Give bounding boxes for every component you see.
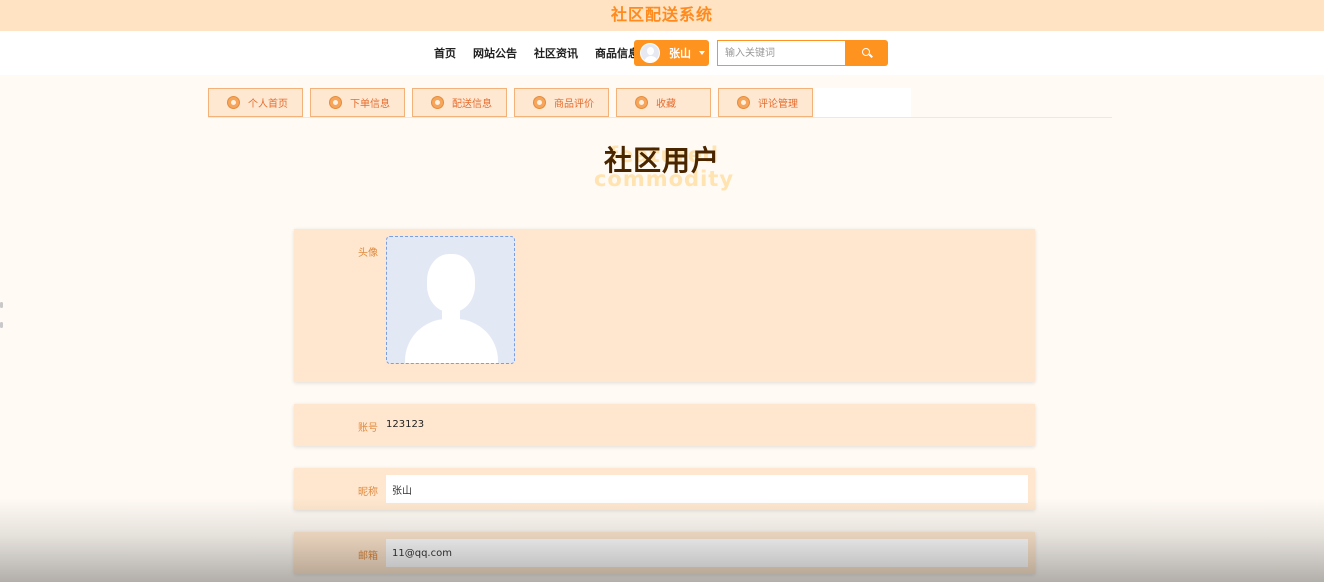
nav-links: 首页 网站公告 社区资讯 商品信息	[434, 45, 656, 61]
tab-label: 个人首页	[248, 99, 288, 110]
form-row-avatar: 头像	[294, 229, 1035, 382]
form-row-email: 邮箱	[294, 532, 1035, 574]
tab-bar-spacer	[815, 88, 911, 117]
nav-link-news[interactable]: 社区资讯	[534, 45, 578, 61]
tab-delivery[interactable]: 配送信息	[412, 88, 507, 117]
divider	[208, 117, 1112, 118]
avatar-label: 头像	[358, 248, 378, 259]
tab-label: 配送信息	[452, 99, 492, 110]
left-edge-marks	[0, 300, 3, 330]
tab-circle-icon	[431, 96, 444, 109]
default-avatar-icon	[405, 319, 498, 363]
search-input[interactable]	[717, 40, 845, 66]
nav-link-announcements[interactable]: 网站公告	[473, 45, 517, 61]
tab-personal-home[interactable]: 个人首页	[208, 88, 303, 117]
tab-reviews[interactable]: 商品评价	[514, 88, 609, 117]
tab-circle-icon	[533, 96, 546, 109]
nickname-field[interactable]	[386, 475, 1028, 503]
tab-comments[interactable]: 评论管理	[718, 88, 813, 117]
avatar-icon	[640, 43, 660, 63]
tab-circle-icon	[227, 96, 240, 109]
tab-bar: 个人首页 下单信息 配送信息 商品评价 收藏 评论管理	[208, 88, 820, 117]
tab-label: 下单信息	[350, 99, 390, 110]
tab-circle-icon	[635, 96, 648, 109]
account-label: 账号	[358, 423, 378, 434]
nickname-label: 昵称	[358, 487, 378, 498]
tab-label: 商品评价	[554, 99, 594, 110]
account-value: 123123	[386, 419, 425, 430]
chevron-down-icon	[699, 51, 705, 55]
email-label: 邮箱	[358, 551, 378, 562]
user-name: 张山	[669, 47, 691, 60]
tab-label: 评论管理	[758, 99, 798, 110]
form-row-account: 账号 123123	[294, 404, 1035, 446]
avatar-upload[interactable]	[386, 236, 515, 364]
page-title: 社区用户	[603, 144, 720, 177]
tab-orders[interactable]: 下单信息	[310, 88, 405, 117]
email-field[interactable]	[386, 539, 1028, 567]
app-title: 社区配送系统	[610, 5, 713, 24]
tab-circle-icon	[737, 96, 750, 109]
tab-label: 收藏	[656, 99, 676, 110]
user-menu-button[interactable]: 张山	[634, 40, 709, 66]
tab-circle-icon	[329, 96, 342, 109]
search-button[interactable]	[845, 40, 888, 66]
search-icon	[862, 48, 870, 56]
title-bar: 社区配送系统	[0, 0, 1324, 31]
default-avatar-head	[427, 254, 475, 312]
nav-link-home[interactable]: 首页	[434, 45, 456, 61]
nav-link-products[interactable]: 商品信息	[595, 45, 639, 61]
tab-favorites[interactable]: 收藏	[616, 88, 711, 117]
form-row-nickname: 昵称	[294, 468, 1035, 510]
nav-bar: 首页 网站公告 社区资讯 商品信息 张山	[0, 31, 1324, 75]
